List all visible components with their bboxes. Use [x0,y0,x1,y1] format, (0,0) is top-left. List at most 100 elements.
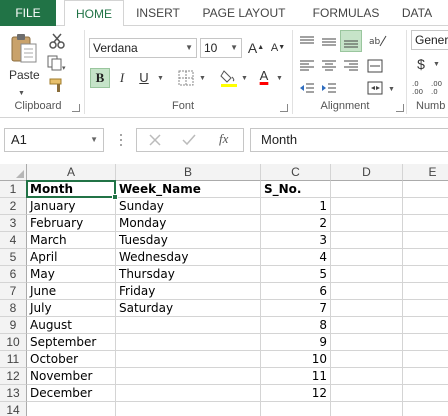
cell-b4[interactable]: Tuesday [116,232,261,249]
row-header-13[interactable]: 13 [0,385,27,402]
decrease-decimal-icon[interactable]: .00 .0 [430,78,448,96]
row-header-5[interactable]: 5 [0,249,27,266]
cell-d3[interactable] [331,215,403,232]
row-header-4[interactable]: 4 [0,232,27,249]
currency-dropdown-icon[interactable]: ▼ [433,61,440,68]
column-header-e[interactable]: E [403,164,448,181]
increase-decimal-icon[interactable]: .0 .00 [410,78,430,96]
column-header-a[interactable]: A [27,164,116,181]
cell-d6[interactable] [331,266,403,283]
currency-button[interactable]: $ [411,54,431,74]
orientation-icon[interactable]: ab [368,32,388,50]
cell-c2[interactable]: 1 [261,198,331,215]
copy-icon[interactable]: ▾ [46,54,66,72]
font-color-dropdown-icon[interactable]: ▼ [276,75,283,82]
cell-b8[interactable]: Saturday [116,300,261,317]
column-header-d[interactable]: D [331,164,403,181]
align-middle-icon[interactable] [320,34,338,50]
row-header-14[interactable]: 14 [0,402,27,416]
cell-c3[interactable]: 2 [261,215,331,232]
cell-c6[interactable]: 5 [261,266,331,283]
cell-b2[interactable]: Sunday [116,198,261,215]
cell-d9[interactable] [331,317,403,334]
shrink-font-button[interactable]: A▼ [268,38,288,58]
cell-b5[interactable]: Wednesday [116,249,261,266]
cell-d14[interactable] [331,402,403,416]
cell-d8[interactable] [331,300,403,317]
cell-b13[interactable] [116,385,261,402]
row-header-9[interactable]: 9 [0,317,27,334]
cell-d11[interactable] [331,351,403,368]
cell-b12[interactable] [116,368,261,385]
row-header-8[interactable]: 8 [0,300,27,317]
tab-insert[interactable]: INSERT [128,0,188,26]
align-center-icon[interactable] [320,58,338,74]
tab-formulas[interactable]: FORMULAS [302,0,390,26]
row-header-11[interactable]: 11 [0,351,27,368]
font-launcher-icon[interactable] [280,104,288,112]
more-options-icon[interactable] [118,130,124,150]
cell-c11[interactable]: 10 [261,351,331,368]
align-bottom-button[interactable] [340,30,362,52]
increase-indent-icon[interactable] [320,80,338,96]
bold-button[interactable]: B [90,68,110,88]
clipboard-launcher-icon[interactable] [72,104,80,112]
cell-a14[interactable] [27,402,116,416]
formula-input[interactable]: Month [250,128,448,152]
tab-file[interactable]: FILE [0,0,56,26]
row-header-2[interactable]: 2 [0,198,27,215]
borders-icon[interactable] [178,70,194,86]
cancel-x-icon[interactable] [147,132,163,148]
cell-b6[interactable]: Thursday [116,266,261,283]
merge-dropdown-icon[interactable]: ▼ [388,86,395,93]
cell-c14[interactable] [261,402,331,416]
cell-d10[interactable] [331,334,403,351]
cell-e4[interactable] [403,232,448,249]
cell-a11[interactable]: October [27,351,116,368]
cell-e11[interactable] [403,351,448,368]
row-header-12[interactable]: 12 [0,368,27,385]
font-name-select[interactable]: Verdana ▼ [89,38,197,58]
cell-a8[interactable]: July [27,300,116,317]
cell-d12[interactable] [331,368,403,385]
cell-e6[interactable] [403,266,448,283]
cell-e5[interactable] [403,249,448,266]
cell-c5[interactable]: 4 [261,249,331,266]
cut-scissors-icon[interactable] [48,32,66,50]
merge-center-icon[interactable] [366,80,386,96]
cell-e7[interactable] [403,283,448,300]
cell-b11[interactable] [116,351,261,368]
cell-b9[interactable] [116,317,261,334]
format-painter-icon[interactable] [48,76,66,94]
cell-e14[interactable] [403,402,448,416]
tab-home[interactable]: HOME [64,0,124,27]
cell-d2[interactable] [331,198,403,215]
cell-b14[interactable] [116,402,261,416]
column-header-c[interactable]: C [261,164,331,181]
align-left-icon[interactable] [298,58,316,74]
cell-e13[interactable] [403,385,448,402]
underline-dropdown-icon[interactable]: ▼ [157,75,164,82]
tab-page-layout[interactable]: PAGE LAYOUT [194,0,294,26]
insert-function-fx-icon[interactable]: fx [219,131,228,147]
cell-a7[interactable]: June [27,283,116,300]
cell-d4[interactable] [331,232,403,249]
select-all-corner[interactable] [0,164,27,181]
cell-a12[interactable]: November [27,368,116,385]
cell-b7[interactable]: Friday [116,283,261,300]
cell-d13[interactable] [331,385,403,402]
cell-c7[interactable]: 6 [261,283,331,300]
cell-d5[interactable] [331,249,403,266]
cell-a9[interactable]: August [27,317,116,334]
number-format-select[interactable]: Genera [411,30,448,50]
wrap-text-icon[interactable] [366,58,386,74]
cell-b1[interactable]: Week_Name [116,181,261,198]
cell-c4[interactable]: 3 [261,232,331,249]
row-header-10[interactable]: 10 [0,334,27,351]
cell-a6[interactable]: May [27,266,116,283]
cell-e8[interactable] [403,300,448,317]
alignment-launcher-icon[interactable] [396,104,404,112]
row-header-3[interactable]: 3 [0,215,27,232]
cell-e1[interactable] [403,181,448,198]
fill-handle[interactable] [112,194,118,200]
